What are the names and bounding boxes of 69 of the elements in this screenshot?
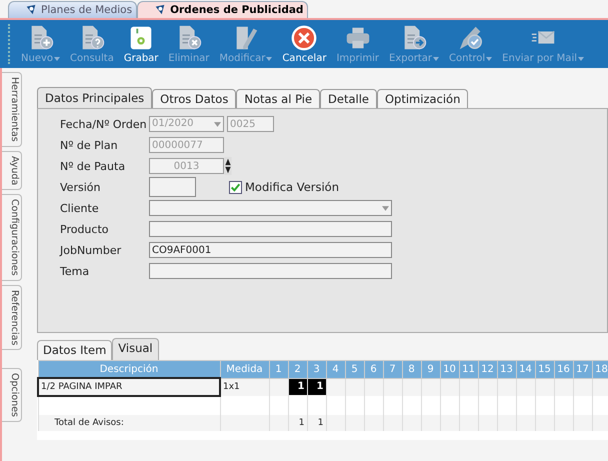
- version-field[interactable]: [149, 177, 196, 197]
- item-tab[interactable]: Visual: [112, 338, 159, 360]
- table-cell: 1/2 PAGINA IMPAR: [38, 378, 220, 396]
- form-tab[interactable]: Notas al Pie: [236, 89, 320, 108]
- form-tab[interactable]: Datos Principales: [37, 87, 152, 108]
- side-tab[interactable]: Ayuda: [2, 150, 22, 190]
- toolbar-button[interactable]: Grabar: [118, 24, 164, 64]
- column-header: 12: [478, 360, 497, 378]
- toolbar-button[interactable]: Cancelar: [277, 24, 332, 64]
- column-header: 10: [440, 360, 459, 378]
- spinner-icon: [224, 157, 232, 175]
- field-label: Nº de Plan: [60, 138, 119, 152]
- column-header: 1: [269, 360, 288, 378]
- field-label: Tema: [60, 264, 90, 278]
- table-cell: 1x1: [220, 378, 269, 396]
- document-tab[interactable]: Planes de Medios: [8, 1, 138, 18]
- column-header: 18: [592, 360, 608, 378]
- item-tab[interactable]: Datos Item: [37, 340, 112, 360]
- day-cell-text: 1: [298, 418, 306, 428]
- day-cell: 1: [288, 379, 306, 396]
- caret-icon: [578, 56, 584, 60]
- column-header: 3: [307, 360, 326, 378]
- form-tab[interactable]: Optimización: [377, 89, 468, 108]
- dropdown-arrow-icon: [382, 206, 389, 210]
- column-header: 4: [326, 360, 345, 378]
- field-label: Cliente: [60, 202, 100, 214]
- column-header: 9: [421, 360, 440, 378]
- app-logo-icon: [25, 4, 37, 16]
- caret-icon: [433, 56, 439, 60]
- column-header: 5: [345, 360, 364, 378]
- client-dropdown[interactable]: [149, 200, 392, 216]
- side-tab[interactable]: Herramientas: [2, 72, 22, 147]
- table-cell: Total de Avisos:: [38, 415, 220, 431]
- column-header: 16: [554, 360, 573, 378]
- column-header: 6: [364, 360, 383, 378]
- side-tab[interactable]: Opciones: [2, 368, 22, 422]
- product-field[interactable]: [149, 221, 392, 237]
- field-label: Nº de Pauta: [60, 160, 126, 172]
- field-label: JobNumber: [60, 244, 122, 256]
- side-tab[interactable]: Configuraciones: [2, 194, 22, 281]
- dropdown-arrow-icon: [214, 122, 221, 126]
- column-header: Medida: [220, 360, 269, 378]
- column-header: 17: [573, 360, 592, 378]
- field-label: Fecha/Nº Orden: [60, 118, 148, 130]
- column-header: Descripción: [38, 360, 220, 378]
- column-header: 15: [535, 360, 554, 378]
- side-tab[interactable]: Referencias: [2, 284, 22, 350]
- caret-icon: [266, 56, 272, 60]
- topic-field[interactable]: [149, 263, 392, 279]
- day-cell: 1: [308, 379, 326, 396]
- caret-icon: [486, 56, 492, 60]
- checkbox[interactable]: [229, 180, 242, 194]
- field-label: Producto: [60, 222, 110, 236]
- jobnumber-field[interactable]: CO9AF0001: [149, 242, 392, 258]
- column-header: 11: [459, 360, 478, 378]
- column-header: 13: [497, 360, 516, 378]
- form-tab[interactable]: Otros Datos: [152, 89, 236, 108]
- caret-icon: [54, 56, 60, 60]
- checkbox-label: Modifica Versión: [245, 180, 340, 194]
- column-header: 7: [383, 360, 402, 378]
- column-header: 8: [402, 360, 421, 378]
- form-tab[interactable]: Detalle: [320, 89, 377, 108]
- field-label: Versión: [60, 180, 102, 194]
- column-header: 2: [288, 360, 307, 378]
- column-header: 14: [516, 360, 535, 378]
- cancel-icon: [290, 24, 318, 52]
- day-cell-text: 1: [316, 418, 324, 428]
- app-logo-icon: [154, 4, 166, 16]
- document-tab[interactable]: Ordenes de Publicidad: [137, 1, 308, 18]
